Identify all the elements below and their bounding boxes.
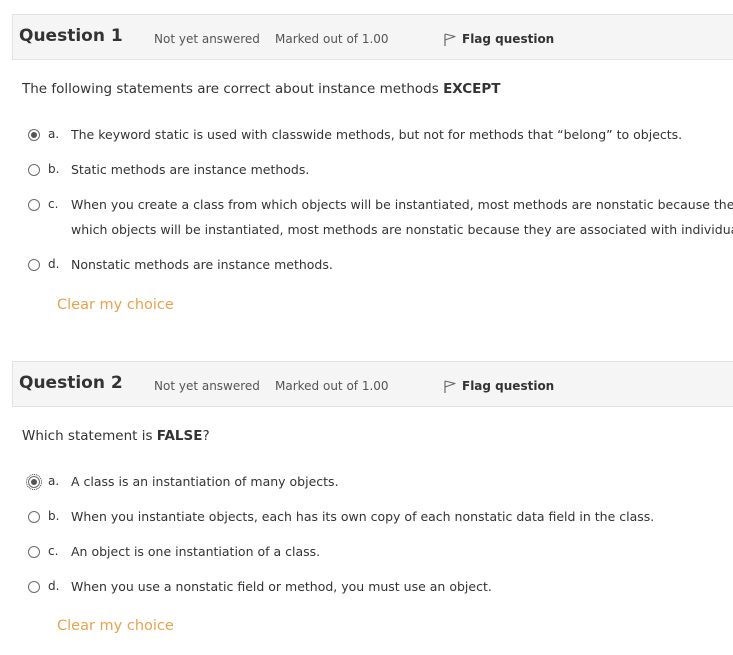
question-1-answer-c[interactable]: c. When you create a class from which ob… — [0, 196, 733, 243]
flag-icon — [444, 380, 456, 393]
question-2-answer-a[interactable]: a. A class is an instantiation of many o… — [0, 473, 733, 495]
answer-text: When you use a nonstatic field or method… — [71, 579, 492, 594]
answer-letter: b. — [48, 162, 60, 176]
question-2-answer-b[interactable]: b. When you instantiate objects, each ha… — [0, 508, 733, 530]
question-2-clear-choice-link[interactable]: Clear my choice — [57, 618, 174, 634]
question-1-answer-b[interactable]: b. Static methods are instance methods. — [0, 161, 733, 183]
answer-text: Nonstatic methods are instance methods. — [71, 257, 333, 272]
question-2-state: Not yet answered — [154, 379, 260, 393]
radio-button[interactable] — [28, 511, 40, 523]
question-2-grade: Marked out of 1.00 — [275, 379, 389, 393]
answer-text: Static methods are instance methods. — [71, 162, 310, 177]
question-1-state: Not yet answered — [154, 32, 260, 46]
question-1-flag-label: Flag question — [462, 32, 555, 46]
question-1-flag-button[interactable]: Flag question — [443, 31, 554, 47]
radio-button[interactable] — [28, 199, 40, 211]
question-2-flag-label: Flag question — [462, 379, 555, 393]
question-2-text-emphasis: FALSE — [156, 428, 203, 444]
radio-button[interactable] — [28, 129, 40, 141]
radio-button[interactable] — [28, 164, 40, 176]
answer-letter: a. — [48, 474, 60, 488]
question-1-text-emphasis: EXCEPT — [443, 81, 501, 97]
flag-icon — [444, 33, 456, 46]
answer-text: When you instantiate objects, each has i… — [71, 509, 655, 524]
question-1-answer-d[interactable]: d. Nonstatic methods are instance method… — [0, 256, 733, 278]
answer-letter: b. — [48, 509, 60, 523]
answer-letter: d. — [48, 579, 60, 593]
question-2-title: Question 2 — [19, 373, 123, 393]
radio-button[interactable] — [26, 474, 42, 490]
answer-text: The keyword static is used with classwid… — [71, 127, 683, 142]
radio-button[interactable] — [28, 546, 40, 558]
question-2-header: Question 2 Not yet answered Marked out o… — [12, 361, 733, 407]
question-2-text-main: Which statement is — [22, 428, 157, 444]
question-1-clear-choice-link[interactable]: Clear my choice — [57, 297, 174, 313]
question-2-flag-button[interactable]: Flag question — [443, 378, 554, 394]
question-2-answer-c[interactable]: c. An object is one instantiation of a c… — [0, 543, 733, 565]
question-1-grade: Marked out of 1.00 — [275, 32, 389, 46]
question-2-text: Which statement is FALSE? — [22, 428, 210, 444]
answer-text-line-1: When you create a class from which objec… — [71, 197, 733, 212]
answer-letter: a. — [48, 127, 60, 141]
answer-text: A class is an instantiation of many obje… — [71, 474, 339, 489]
answer-letter: c. — [48, 197, 59, 211]
question-1-answer-a[interactable]: a. The keyword static is used with class… — [0, 126, 733, 148]
radio-button[interactable] — [28, 581, 40, 593]
question-2-text-tail: ? — [202, 428, 210, 444]
question-1-text: The following statements are correct abo… — [22, 81, 500, 97]
question-1-header: Question 1 Not yet answered Marked out o… — [12, 14, 733, 60]
answer-letter: c. — [48, 544, 59, 558]
answer-letter: d. — [48, 257, 60, 271]
question-2-answer-d[interactable]: d. When you use a nonstatic field or met… — [0, 578, 733, 600]
answer-text-line-2: which objects will be instantiated, most… — [71, 222, 733, 237]
question-1-text-main: The following statements are correct abo… — [22, 81, 444, 97]
question-1-title: Question 1 — [19, 26, 123, 46]
radio-button[interactable] — [28, 259, 40, 271]
answer-text: An object is one instantiation of a clas… — [71, 544, 321, 559]
answer-text: When you create a class from which objec… — [71, 192, 733, 242]
